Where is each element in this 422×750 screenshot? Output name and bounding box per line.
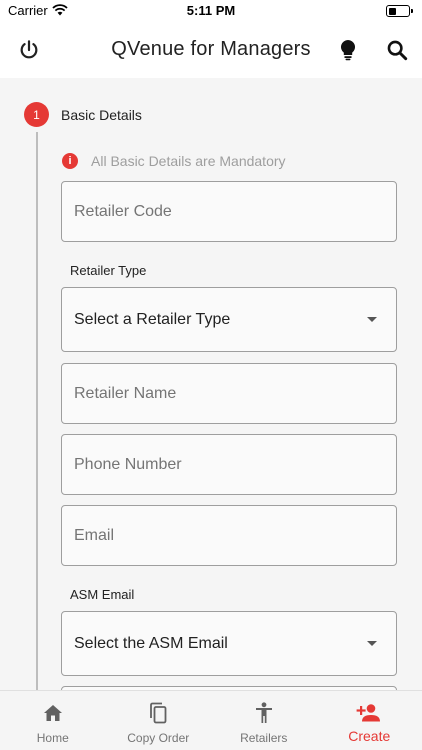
nav-copy-order[interactable]: Copy Order: [106, 691, 212, 750]
info-icon: i: [62, 153, 78, 169]
retailer-type-select[interactable]: Select a Retailer Type: [61, 287, 397, 352]
status-time: 5:11 PM: [186, 3, 236, 18]
retailer-code-field[interactable]: [61, 181, 397, 242]
battery-icon: [386, 5, 413, 17]
tips-button[interactable]: [330, 32, 366, 68]
retailer-type-value: Select a Retailer Type: [74, 310, 231, 328]
phone-number-field[interactable]: [61, 434, 397, 495]
dropdown-arrow-icon: [367, 317, 377, 322]
nav-copy-order-label: Copy Order: [127, 731, 190, 745]
battery-level: [388, 7, 397, 15]
asm-email-select[interactable]: Select the ASM Email: [61, 611, 397, 676]
nav-create[interactable]: Create: [317, 691, 422, 750]
bottom-nav: Home Copy Order Retailers Create: [0, 690, 422, 750]
retailer-type-label: Retailer Type: [70, 263, 147, 278]
mandatory-note: i All Basic Details are Mandatory: [62, 152, 286, 170]
step-number-badge[interactable]: 1: [24, 102, 49, 127]
phone-number-input[interactable]: [62, 435, 396, 494]
nav-create-label: Create: [348, 728, 391, 744]
dropdown-arrow-icon: [367, 641, 377, 646]
retailer-name-input[interactable]: [62, 364, 396, 423]
lightbulb-icon: [341, 40, 355, 61]
retailer-name-field[interactable]: [61, 363, 397, 424]
add-person-icon: [356, 704, 381, 722]
search-button[interactable]: [379, 32, 415, 68]
nav-retailers[interactable]: Retailers: [211, 691, 317, 750]
app-bar: QVenue for Managers: [0, 22, 422, 78]
search-icon: [387, 40, 408, 61]
email-field[interactable]: [61, 505, 397, 566]
retailer-code-input[interactable]: [62, 182, 396, 241]
copy-icon: [150, 702, 167, 724]
mandatory-note-text: All Basic Details are Mandatory: [91, 153, 286, 169]
nav-retailers-label: Retailers: [240, 731, 288, 745]
asm-email-value: Select the ASM Email: [74, 634, 228, 652]
status-bar: Carrier 5:11 PM: [0, 0, 422, 22]
nav-home[interactable]: Home: [0, 691, 106, 750]
stepper-line: [36, 132, 38, 690]
nav-home-label: Home: [36, 731, 69, 745]
asm-email-label: ASM Email: [70, 587, 135, 602]
form-content[interactable]: 1 Basic Details i All Basic Details are …: [0, 78, 422, 690]
home-icon: [43, 705, 62, 721]
person-icon: [255, 702, 272, 723]
step-title[interactable]: Basic Details: [61, 107, 142, 123]
email-input[interactable]: [62, 506, 396, 565]
